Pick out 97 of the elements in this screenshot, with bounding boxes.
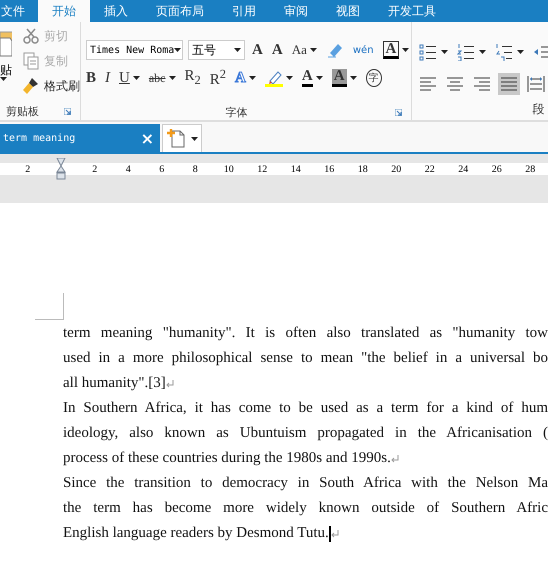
menu-tab[interactable]: 引用 [218,0,270,22]
sup-button[interactable]: R$^{2}$ [208,67,228,90]
strike-button[interactable]: abc [146,67,178,90]
caret-icon[interactable] [402,48,410,52]
font-size-field[interactable]: 五号 [188,40,245,60]
enclose-button[interactable]: 字 [364,67,384,90]
shrink-button[interactable]: A [270,39,285,62]
ruler-number: 2 [25,164,30,174]
align-distributed-button[interactable] [525,73,548,95]
ruler-number: 2 [92,164,98,174]
italic-button[interactable]: I [103,67,112,90]
align-center-icon [446,75,464,93]
caret-icon[interactable] [174,48,182,52]
multilevel-button[interactable] [493,41,526,63]
eraser-icon [326,41,344,60]
align-distributed-icon [527,75,546,93]
underline-button[interactable]: U [117,67,142,90]
ruler-number: 4 [126,164,131,174]
paragraph-mark-icon [330,530,339,538]
case-button[interactable]: Aa [290,39,319,62]
ruler-number: 12 [257,164,268,174]
clipboard-button[interactable]: 格式刷 [22,76,80,96]
caret-icon[interactable] [168,76,176,80]
text-line: term meaning "humanity". It is often also translated as "humanity tow [63,325,548,342]
paragraph-mark-icon [390,454,399,462]
highlighter-icon [264,69,283,88]
align-justify-icon [500,75,518,93]
indent-marker-icon[interactable] [56,158,66,180]
caret-icon[interactable] [310,48,317,52]
ruler-number: 8 [192,164,198,174]
document-tab[interactable]: term meaning × [0,124,160,152]
ruler-number: 10 [224,164,234,174]
ruler-number: 26 [492,164,502,174]
copy-icon [22,52,40,70]
align-left-icon [419,75,438,93]
border-button[interactable]: A [380,39,412,62]
menu-tab[interactable]: 插入 [90,0,142,22]
caret-icon[interactable] [286,76,293,80]
menu-tab[interactable]: 开始 [38,0,90,22]
ruler-number: 22 [424,164,435,174]
bullet-list-icon [419,43,438,61]
color-button[interactable]: A [300,67,325,90]
margin-corner-mark [35,293,64,320]
caret-icon[interactable] [350,76,357,80]
paste-button[interactable]: 贴 [0,22,14,102]
numbered-list-icon [457,43,476,61]
ruler-number: 14 [290,164,301,174]
paragraph-mark-icon [166,380,174,388]
text-line: process of these countries during the 1980s and 1990s. [63,450,391,467]
caret-icon[interactable] [234,48,241,52]
caret-icon[interactable] [132,76,140,80]
caret-icon[interactable] [441,50,448,54]
group-label: 字体 [225,104,248,120]
text-line: used in a more philosophical sense to mean "the belief in a universal bo [63,350,548,367]
multilevel-list-icon [495,43,514,61]
text-line: all humanity".[3] [63,375,166,392]
new-document-icon [166,128,186,148]
new-document-button[interactable] [162,124,202,152]
menu-tab[interactable]: 视图 [322,0,374,22]
caret-icon[interactable] [517,50,524,54]
ruler-number: 24 [458,164,468,174]
ruler-number: 20 [391,164,402,174]
dialog-launcher-icon[interactable] [395,108,402,116]
dialog-launcher-icon[interactable] [64,108,71,114]
ruler-number: 18 [358,164,368,174]
menu-tab[interactable]: 页面布局 [142,0,218,22]
ruler-number: 6 [159,164,164,174]
ruler-number: 28 [525,164,536,174]
align-justify-button[interactable] [498,73,520,95]
text-line: English language readers by Desmond Tutu. [63,525,329,542]
caret-icon[interactable] [479,50,486,54]
text-line: the term has become more widely known outside of Southern Afric [63,500,548,517]
text-line: ideology, also known as Ubuntuism propagated in the Africanisation ( [63,425,548,442]
pinyin-button[interactable]: wén [350,39,376,62]
align-right-icon [473,75,492,93]
sub-button[interactable]: R$_{2}$ [182,67,203,90]
text-line: Since the transition to democracy in South Africa with the Nelson Ma [63,475,548,492]
caret-icon[interactable] [0,77,7,81]
caret-icon[interactable] [248,76,256,80]
effect-button[interactable]: A [233,67,258,90]
scissors-drawing [23,28,39,44]
grow-button[interactable]: A [250,39,265,62]
numbers-button[interactable] [455,41,488,63]
font-name-field[interactable]: Times New Roma [86,40,183,60]
group-label: 段 [532,100,544,118]
bold-button[interactable]: B [84,67,98,90]
shade-button[interactable]: A [330,67,359,90]
brush-icon [22,77,40,95]
caret-icon[interactable] [316,76,323,80]
text-line: In Southern Africa, it has come to be used as a term for a kind of hum [63,400,548,417]
menu-tab[interactable]: 审阅 [270,0,322,22]
menu-tab[interactable]: 文件 [0,0,38,22]
caret-icon[interactable] [190,136,198,140]
group-label: 剪贴板 [6,104,39,118]
menu-tab[interactable]: 开发工具 [374,0,450,22]
ruler-number: 16 [324,164,334,174]
close-tab-button[interactable]: × [140,128,154,148]
